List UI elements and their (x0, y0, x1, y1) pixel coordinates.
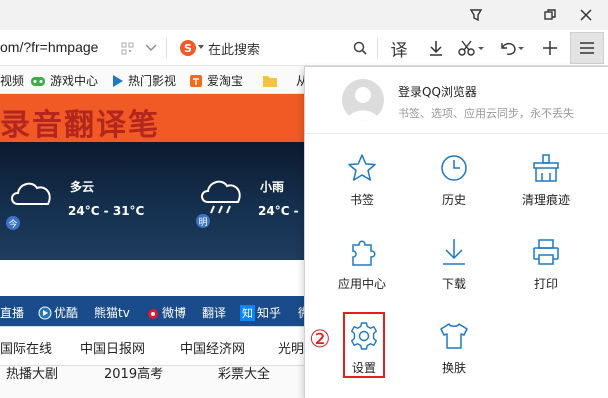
sogou-logo-icon[interactable]: S (180, 40, 196, 56)
bookmark-label: 热门影视 (128, 74, 177, 88)
link-hot-drama[interactable]: 热播大剧 (6, 363, 58, 382)
site-link-label: 微博 (162, 306, 187, 320)
weather-today-temp: 24°C - 31°C (68, 204, 145, 218)
main-menu-panel: 登录QQ浏览器 书签、选项、应用云同步，永不丢失 书签 历史 清理痕迹 应用中心… (304, 66, 608, 398)
separator (377, 38, 378, 58)
download-icon[interactable] (424, 36, 448, 60)
download-icon (443, 239, 465, 265)
site-link-live[interactable]: 直播 (0, 304, 24, 321)
site-link-translate[interactable]: 翻译 (202, 304, 226, 321)
zhihu-logo: 知 (240, 304, 255, 321)
bookmark-label: 爱淘宝 (207, 74, 244, 88)
translate-button[interactable]: 译 (388, 36, 410, 61)
login-link[interactable]: 登录QQ浏览器 (398, 83, 477, 100)
menu-item-label: 历史 (441, 193, 466, 207)
address-toolbar: om/?fr=hmpage S 在此搜索 译 (0, 30, 608, 66)
taobao-icon (190, 74, 202, 87)
menu-item-bookmarks[interactable]: 书签 (327, 153, 397, 225)
close-button[interactable] (574, 4, 598, 26)
folder-icon (263, 75, 277, 87)
link-lottery[interactable]: 彩票大全 (218, 363, 270, 382)
menu-item-print[interactable]: 打印 (511, 237, 581, 309)
screenshot-scissors-icon[interactable] (456, 36, 486, 60)
site-link-zhihu[interactable]: 知 知乎 (240, 304, 281, 321)
step-annotation: ② (309, 325, 331, 353)
puzzle-icon (352, 240, 376, 266)
login-subtitle: 书签、选项、应用云同步，永不丢失 (398, 107, 574, 120)
settings-highlight-box (343, 312, 385, 378)
cloud-icon (11, 182, 51, 205)
menu-item-history[interactable]: 历史 (419, 153, 489, 225)
menu-item-label: 打印 (533, 277, 558, 291)
url-field[interactable]: om/?fr=hmpage (0, 39, 98, 55)
menu-item-app-center[interactable]: 应用中心 (327, 237, 397, 309)
weibo-icon (148, 308, 158, 319)
tomorrow-badge: 明 (196, 214, 210, 228)
site-link-panda-tv[interactable]: 熊猫tv (94, 304, 130, 321)
bookmark-video[interactable]: 视频 (0, 72, 24, 89)
menu-item-label: 应用中心 (337, 277, 386, 291)
link-gmw[interactable]: 光明 (278, 338, 304, 357)
weather-today-cond: 多云 (70, 180, 95, 194)
broom-icon (533, 154, 559, 182)
shirt-icon (440, 323, 468, 349)
site-link-label: 优酷 (54, 306, 79, 320)
today-badge: 今 (6, 216, 20, 230)
title-bar (0, 0, 608, 30)
link-cri[interactable]: 国际在线 (0, 338, 52, 357)
links-bar-partial: 热播大剧 2019高考 彩票大全 (0, 366, 310, 398)
weather-tomorrow-temp: 24°C - (258, 204, 299, 218)
caret-down-icon[interactable] (198, 45, 204, 49)
undo-icon[interactable] (496, 36, 526, 60)
menu-item-label: 书签 (349, 193, 374, 207)
youku-icon (38, 306, 52, 319)
bookmark-game-center[interactable]: 游戏中心 (30, 72, 98, 89)
main-menu-button[interactable] (570, 32, 604, 64)
game-icon (31, 76, 45, 86)
clock-icon (441, 155, 467, 181)
bookmark-hot-movies[interactable]: 热门影视 (112, 72, 176, 89)
chevron-down-icon[interactable] (143, 36, 159, 60)
menu-item-clear-traces[interactable]: 清理痕迹 (511, 153, 581, 225)
bookmark-label: 视频 (0, 74, 25, 88)
menu-item-label: 清理痕迹 (521, 193, 570, 207)
search-box[interactable]: S 在此搜索 (172, 35, 372, 61)
restore-button[interactable] (538, 4, 562, 26)
search-icon[interactable] (350, 36, 370, 60)
banner-text: 录音翻译笔 (0, 109, 160, 142)
avatar[interactable] (342, 79, 384, 121)
new-tab-plus-icon[interactable] (540, 36, 560, 60)
weather-widget[interactable]: 今 多云 24°C - 31°C 明 小雨 24°C - (0, 142, 310, 260)
printer-icon (533, 239, 559, 265)
star-icon (348, 154, 376, 181)
site-link-label: 知乎 (257, 306, 282, 320)
bookmark-label: 游戏中心 (50, 74, 99, 88)
qr-code-icon[interactable] (118, 36, 136, 60)
site-link-youku[interactable]: 优酷 (38, 304, 78, 321)
menu-item-skins[interactable]: 换肤 (419, 321, 489, 393)
bookmark-ai-taobao[interactable]: 爱淘宝 (189, 72, 243, 89)
site-link-weibo[interactable]: 微博 (146, 304, 186, 321)
link-ce[interactable]: 中国经济网 (180, 338, 245, 357)
play-icon (113, 74, 123, 87)
weather-tomorrow-cond: 小雨 (260, 180, 285, 194)
rain-cloud-icon (201, 180, 241, 214)
menu-item-downloads[interactable]: 下载 (419, 237, 489, 309)
news-links-bar: 国际在线 中国日报网 中国经济网 光明 (0, 326, 310, 366)
menu-item-label: 换肤 (441, 361, 466, 375)
page-spacer (0, 260, 310, 296)
menu-divider (305, 133, 608, 134)
link-gaokao[interactable]: 2019高考 (104, 363, 163, 382)
separator (166, 38, 167, 58)
site-nav-bar: 直播 优酷 熊猫tv 微博 翻译 知 知乎 微 (0, 296, 310, 326)
bookmark-folder[interactable]: 从 (262, 72, 308, 89)
link-china-daily[interactable]: 中国日报网 (80, 338, 145, 357)
menu-item-label: 下载 (441, 277, 466, 291)
feedback-icon[interactable] (464, 4, 488, 26)
ad-banner[interactable]: 录音翻译笔 (0, 94, 310, 142)
search-input[interactable]: 在此搜索 (208, 39, 260, 58)
